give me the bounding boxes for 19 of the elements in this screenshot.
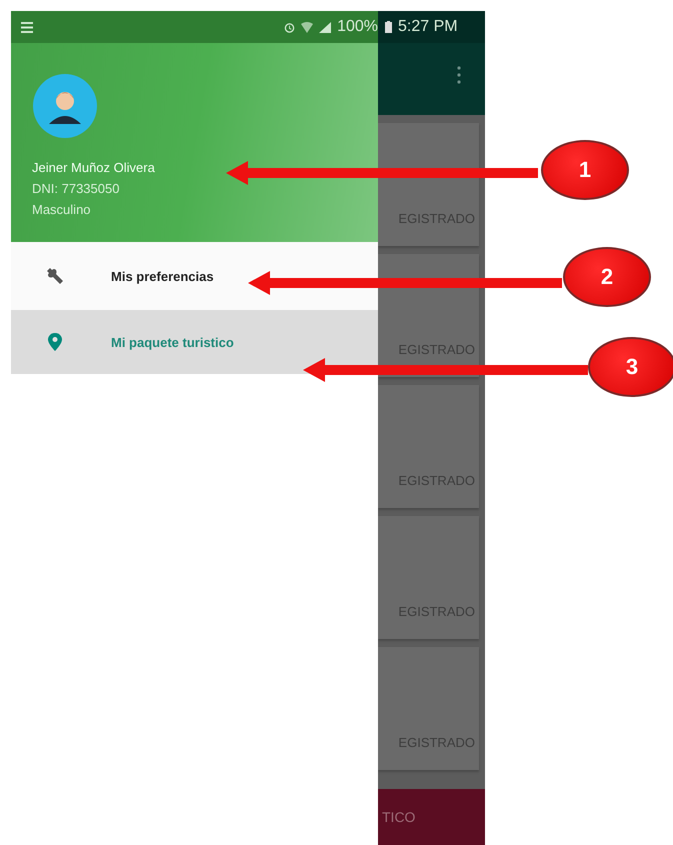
user-dni: DNI: 77335050 [32, 180, 120, 198]
alarm-clock-icon [284, 22, 296, 32]
location-pin-icon [45, 332, 65, 352]
menu-item[interactable]: Mis preferencias [11, 242, 378, 310]
more-options-icon[interactable] [457, 66, 461, 84]
user-name: Jeiner Muñoz Olivera [32, 159, 155, 177]
battery-icon [385, 21, 392, 33]
number-badge: 2 [563, 247, 651, 307]
number-badge: 3 [588, 337, 673, 397]
avatar-icon [33, 74, 97, 138]
bottom-bar-label: TICO [382, 809, 416, 825]
signal-icon [319, 22, 332, 32]
wrench-icon [45, 266, 65, 286]
clock-time: 5:27 PM [398, 18, 458, 36]
wifi-icon [301, 22, 314, 32]
notification-list-icon [21, 22, 33, 32]
user-gender: Masculino [32, 201, 91, 219]
battery-percentage: 100% [337, 18, 378, 36]
number-badge: 1 [541, 140, 629, 200]
